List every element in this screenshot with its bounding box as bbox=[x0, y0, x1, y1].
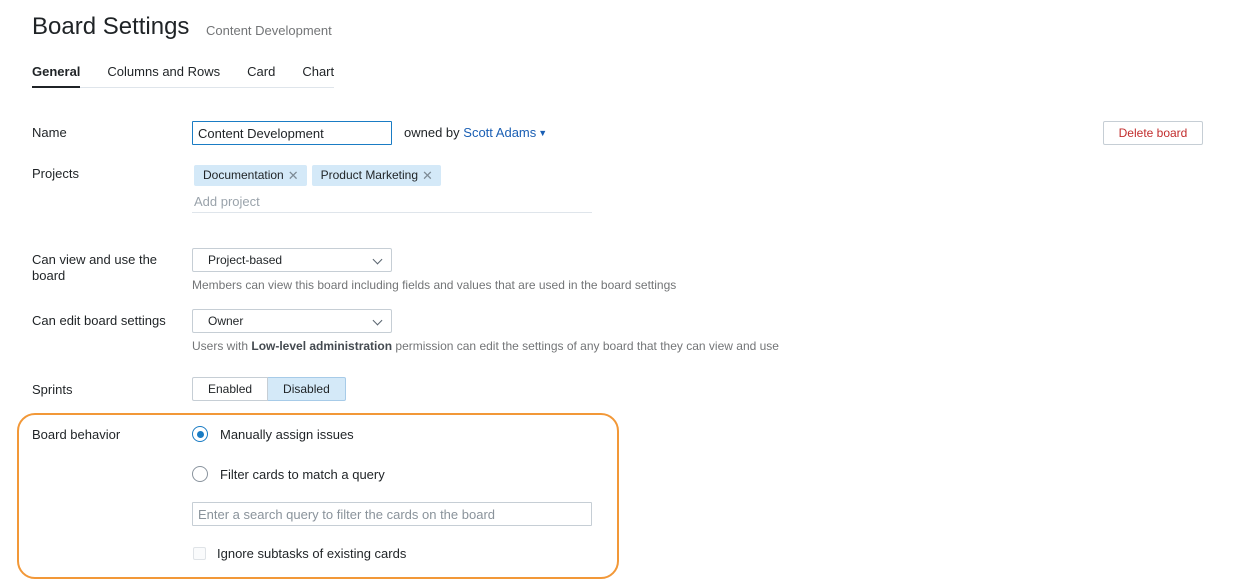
sprints-enabled-button[interactable]: Enabled bbox=[192, 377, 269, 401]
remove-icon[interactable]: ✕ bbox=[288, 165, 299, 186]
caret-down-icon[interactable]: ▼ bbox=[538, 128, 547, 138]
edit-settings-label: Can edit board settings bbox=[32, 313, 166, 328]
manual-assign-label: Manually assign issues bbox=[220, 426, 354, 442]
project-chips: Documentation ✕ Product Marketing ✕ bbox=[194, 165, 441, 186]
tab-columns-and-rows[interactable]: Columns and Rows bbox=[107, 64, 220, 87]
tab-chart[interactable]: Chart bbox=[302, 64, 334, 87]
edit-settings-selected: Owner bbox=[208, 314, 244, 328]
owned-by: owned by Scott Adams ▼ bbox=[404, 125, 547, 140]
edit-settings-select[interactable]: Owner bbox=[192, 309, 392, 333]
owned-by-prefix: owned by bbox=[404, 125, 460, 140]
project-chip: Product Marketing ✕ bbox=[311, 165, 441, 186]
checkbox-icon[interactable] bbox=[193, 547, 206, 560]
manual-assign-option[interactable]: Manually assign issues bbox=[192, 426, 354, 442]
ignore-subtasks-label: Ignore subtasks of existing cards bbox=[217, 546, 407, 561]
filter-query-option[interactable]: Filter cards to match a query bbox=[192, 466, 385, 482]
project-chip: Documentation ✕ bbox=[194, 165, 307, 186]
board-behavior-label: Board behavior bbox=[32, 427, 121, 442]
hint-permission: Low-level administration bbox=[251, 339, 393, 353]
remove-icon[interactable]: ✕ bbox=[422, 165, 433, 186]
radio-checked-icon[interactable] bbox=[192, 426, 208, 442]
settings-tabs: General Columns and Rows Card Chart bbox=[32, 64, 335, 88]
add-project-input[interactable] bbox=[192, 191, 592, 213]
view-use-hint: Members can view this board including fi… bbox=[192, 278, 677, 292]
hint-prefix: Users with bbox=[192, 339, 249, 353]
sprints-toggle: Enabled Disabled bbox=[192, 377, 346, 401]
project-chip-label: Documentation bbox=[203, 168, 284, 182]
view-use-select[interactable]: Project-based bbox=[192, 248, 392, 272]
chevron-down-icon bbox=[372, 254, 383, 265]
radio-unchecked-icon[interactable] bbox=[192, 466, 208, 482]
ignore-subtasks-option[interactable]: Ignore subtasks of existing cards bbox=[193, 546, 406, 561]
page-title: Board Settings bbox=[32, 13, 190, 40]
hint-suffix: permission can edit the settings of any … bbox=[395, 339, 779, 353]
projects-label: Projects bbox=[32, 166, 79, 181]
sprints-disabled-button[interactable]: Disabled bbox=[268, 377, 346, 401]
tab-general[interactable]: General bbox=[32, 64, 81, 88]
chevron-down-icon bbox=[372, 315, 383, 326]
sprints-label: Sprints bbox=[32, 382, 73, 397]
owner-link[interactable]: Scott Adams bbox=[463, 125, 536, 140]
search-query-input[interactable] bbox=[192, 502, 592, 526]
view-use-label: Can view and use the board bbox=[32, 252, 158, 283]
filter-query-label: Filter cards to match a query bbox=[220, 466, 385, 482]
edit-settings-hint: Users with Low-level administration perm… bbox=[192, 339, 779, 353]
view-use-selected: Project-based bbox=[208, 253, 283, 267]
project-chip-label: Product Marketing bbox=[320, 168, 419, 182]
name-label: Name bbox=[32, 125, 67, 140]
delete-board-button[interactable]: Delete board bbox=[1103, 121, 1203, 145]
tab-card[interactable]: Card bbox=[247, 64, 275, 87]
board-name-input[interactable] bbox=[192, 121, 392, 145]
page-subtitle: Content Development bbox=[206, 23, 332, 38]
